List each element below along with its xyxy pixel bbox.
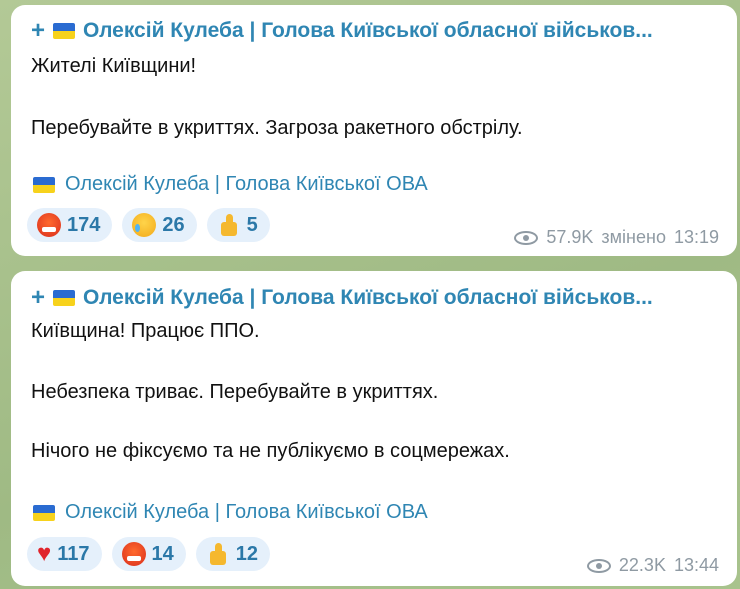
edited-label: змінено: [601, 227, 666, 247]
signature-text: Олексій Кулеба | Голова Київської ОВА: [65, 501, 428, 523]
channel-title-text: Олексій Кулеба | Голова Київської обласн…: [83, 286, 653, 309]
signature-link[interactable]: Олексій Кулеба | Голова Київської ОВА: [33, 173, 428, 196]
channel-title-text: Олексій Кулеба | Голова Київської обласн…: [83, 19, 653, 42]
ukraine-flag-icon: [33, 504, 55, 521]
angry-face-icon: [121, 542, 146, 566]
message-line: Небезпека триває. Перебувайте в укриттях…: [31, 381, 439, 403]
views-count: 57.9K: [546, 227, 594, 247]
reactions-bar: ♥ 117 14 12: [27, 537, 271, 571]
message-line: Жителі Київщини!: [31, 55, 197, 77]
reaction-count: 26: [162, 213, 185, 236]
signature-link[interactable]: Олексій Кулеба | Голова Київської ОВА: [33, 501, 428, 524]
reaction-count: 12: [235, 542, 259, 565]
signature-text: Олексій Кулеба | Голова Київської ОВА: [65, 173, 428, 195]
reaction-angry[interactable]: 14: [111, 537, 186, 571]
ukraine-flag-icon: [33, 176, 55, 193]
thumbs-up-icon: [206, 542, 230, 566]
ukraine-flag-icon: [53, 23, 76, 39]
reaction-count: 5: [246, 213, 258, 236]
angry-face-icon: [37, 213, 61, 237]
reaction-thumbs-up[interactable]: 5: [206, 208, 270, 242]
channel-title[interactable]: + Олексій Кулеба | Голова Київської обла…: [31, 19, 723, 43]
reaction-thumbs-up[interactable]: 12: [195, 537, 271, 571]
reaction-count: 174: [67, 213, 101, 236]
reaction-heart[interactable]: ♥ 117: [27, 537, 102, 571]
message-line: Нічого не фіксуємо та не публікуємо в со…: [31, 440, 510, 462]
plus-icon: +: [31, 19, 46, 43]
reaction-count: 14: [151, 542, 174, 565]
message-line: Київщина! Працює ППО.: [31, 320, 260, 342]
reaction-angry[interactable]: 174: [27, 208, 113, 242]
heart-icon: ♥: [37, 540, 52, 567]
reactions-bar: 174 26 5: [27, 208, 270, 242]
eye-icon: [586, 558, 611, 573]
channel-title[interactable]: + Олексій Кулеба | Голова Київської обла…: [31, 286, 723, 310]
message-meta: 22.3K 13:44: [586, 555, 719, 576]
reaction-crying[interactable]: 26: [122, 208, 197, 242]
message-meta: 57.9K змінено 13:19: [514, 227, 719, 248]
views-count: 22.3K: [618, 555, 666, 575]
message-time: 13:19: [673, 227, 719, 247]
crying-face-icon: [132, 213, 157, 237]
eye-icon: [514, 230, 539, 245]
ukraine-flag-icon: [53, 290, 76, 306]
message-time: 13:44: [673, 555, 719, 575]
reaction-count: 117: [57, 542, 90, 565]
message-line: Перебувайте в укриттях. Загроза ракетног…: [31, 117, 523, 139]
message-bubble[interactable]: + Олексій Кулеба | Голова Київської обла…: [11, 271, 737, 586]
message-bubble[interactable]: + Олексій Кулеба | Голова Київської обла…: [11, 5, 737, 256]
plus-icon: +: [31, 286, 46, 310]
thumbs-up-icon: [217, 213, 241, 237]
